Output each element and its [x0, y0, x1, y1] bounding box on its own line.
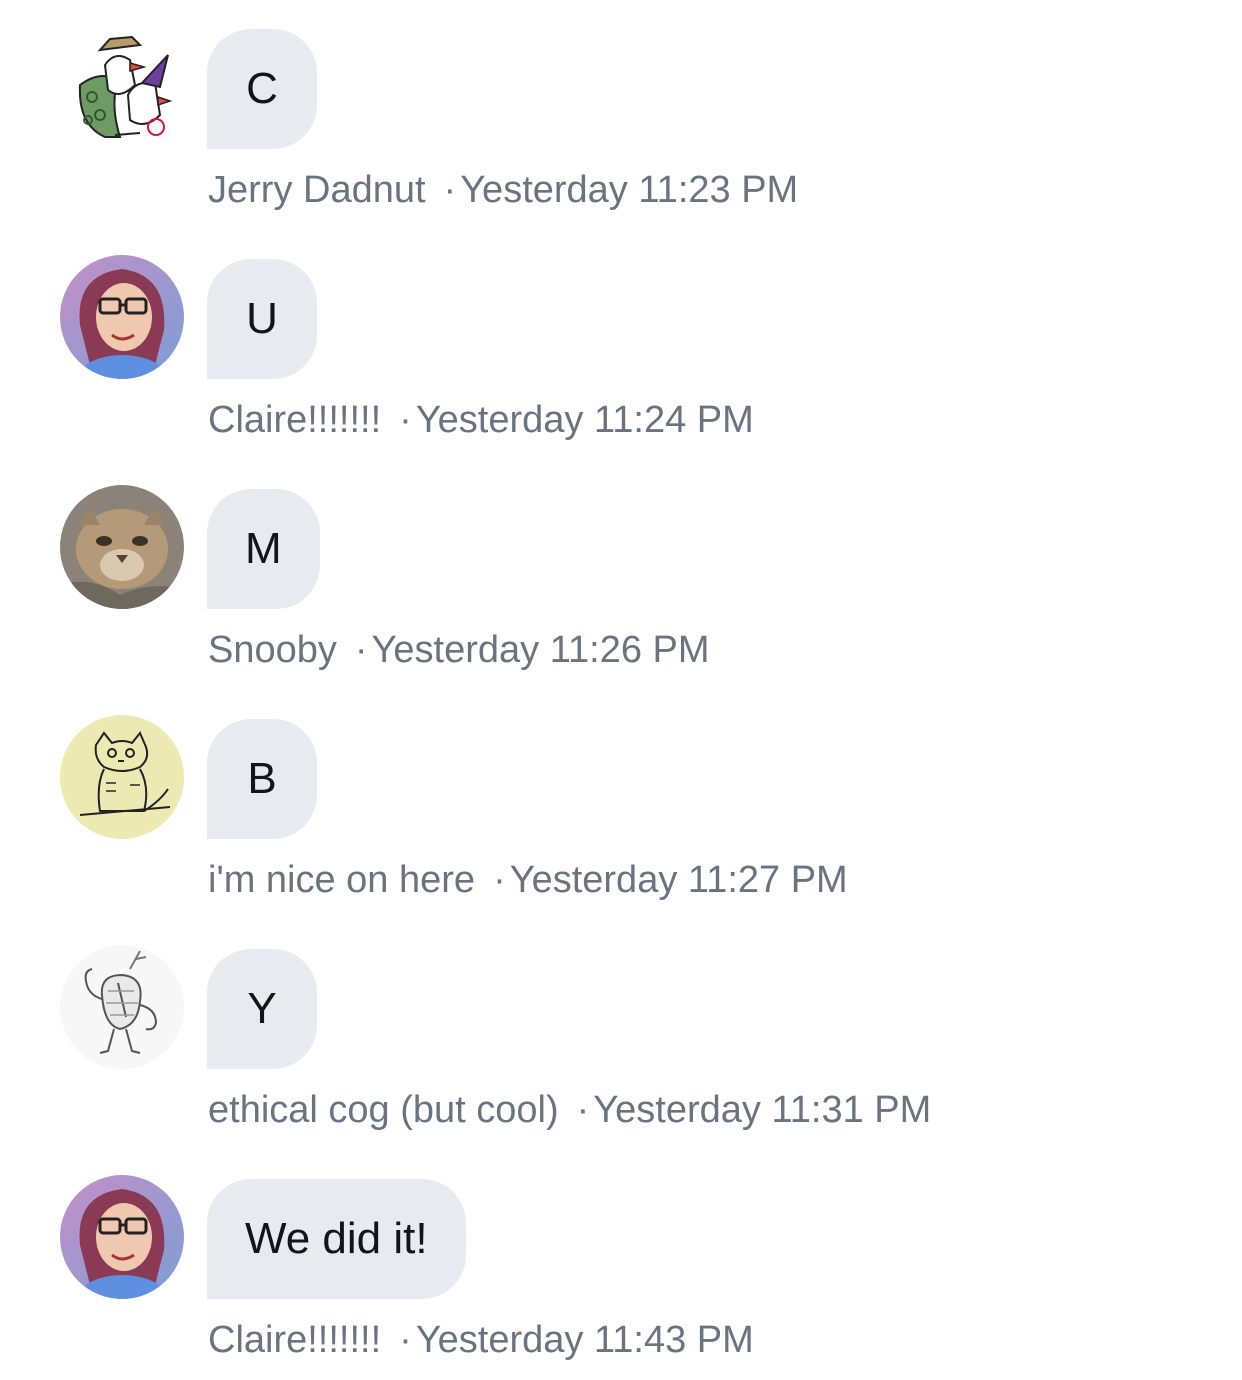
message-item: C Jerry Dadnut · Yesterday 11:23 PM — [0, 0, 1242, 230]
message-meta: Jerry Dadnut · Yesterday 11:23 PM — [208, 165, 798, 215]
woman-glasses-photo-avatar[interactable] — [60, 1175, 184, 1299]
message-meta: ethical cog (but cool) · Yesterday 11:31 P… — [208, 1085, 931, 1135]
message-bubble[interactable]: We did it! — [207, 1179, 466, 1299]
message-meta: i'm nice on here · Yesterday 11:27 PM — [208, 855, 848, 905]
message-bubble[interactable]: C — [207, 29, 317, 149]
message-meta: Claire!!!!!!! · Yesterday 11:24 PM — [208, 395, 754, 445]
author-name[interactable]: Claire!!!!!!! — [208, 1319, 381, 1361]
message-bubble[interactable]: B — [207, 719, 317, 839]
author-name[interactable]: Claire!!!!!!! — [208, 399, 381, 441]
author-name[interactable]: Snooby — [208, 629, 337, 671]
message-thread: C Jerry Dadnut · Yesterday 11:23 PM U Cl… — [0, 0, 1242, 1379]
message-item: B i'm nice on here · Yesterday 11:27 PM — [0, 690, 1242, 920]
cougar-photo-avatar[interactable] — [60, 485, 184, 609]
timestamp: Yesterday 11:43 PM — [415, 1319, 754, 1361]
meta-separator: · — [399, 1319, 412, 1361]
timestamp: Yesterday 11:27 PM — [509, 859, 848, 901]
message-meta: Snooby · Yesterday 11:26 PM — [208, 625, 710, 675]
timestamp: Yesterday 11:31 PM — [593, 1089, 932, 1131]
author-name[interactable]: Jerry Dadnut — [208, 169, 426, 211]
meta-separator: · — [354, 629, 368, 671]
message-bubble[interactable]: U — [207, 259, 317, 379]
author-name[interactable]: i'm nice on here — [208, 859, 475, 901]
meta-separator: · — [493, 859, 506, 901]
message-item: U Claire!!!!!!! · Yesterday 11:24 PM — [0, 230, 1242, 460]
author-name[interactable]: ethical cog (but cool) — [208, 1089, 559, 1131]
meta-separator: · — [443, 169, 457, 211]
meta-separator: · — [399, 399, 412, 441]
woman-glasses-photo-avatar[interactable] — [60, 255, 184, 379]
message-item: M Snooby · Yesterday 11:26 PM — [0, 460, 1242, 690]
birds-cartoon-avatar[interactable] — [60, 25, 184, 149]
meta-separator: · — [576, 1089, 590, 1131]
message-bubble[interactable]: M — [207, 489, 320, 609]
message-meta: Claire!!!!!!! · Yesterday 11:43 PM — [208, 1315, 754, 1365]
message-bubble[interactable]: Y — [207, 949, 317, 1069]
cat-drawing-avatar[interactable] — [60, 715, 184, 839]
message-item: We did it! Claire!!!!!!! · Yesterday 11:43… — [0, 1150, 1242, 1380]
timestamp: Yesterday 11:26 PM — [371, 629, 710, 671]
steak-character-avatar[interactable] — [60, 945, 184, 1069]
message-item: Y ethical cog (but cool) · Yesterday 11:31… — [0, 920, 1242, 1150]
timestamp: Yesterday 11:23 PM — [460, 169, 799, 211]
timestamp: Yesterday 11:24 PM — [415, 399, 754, 441]
